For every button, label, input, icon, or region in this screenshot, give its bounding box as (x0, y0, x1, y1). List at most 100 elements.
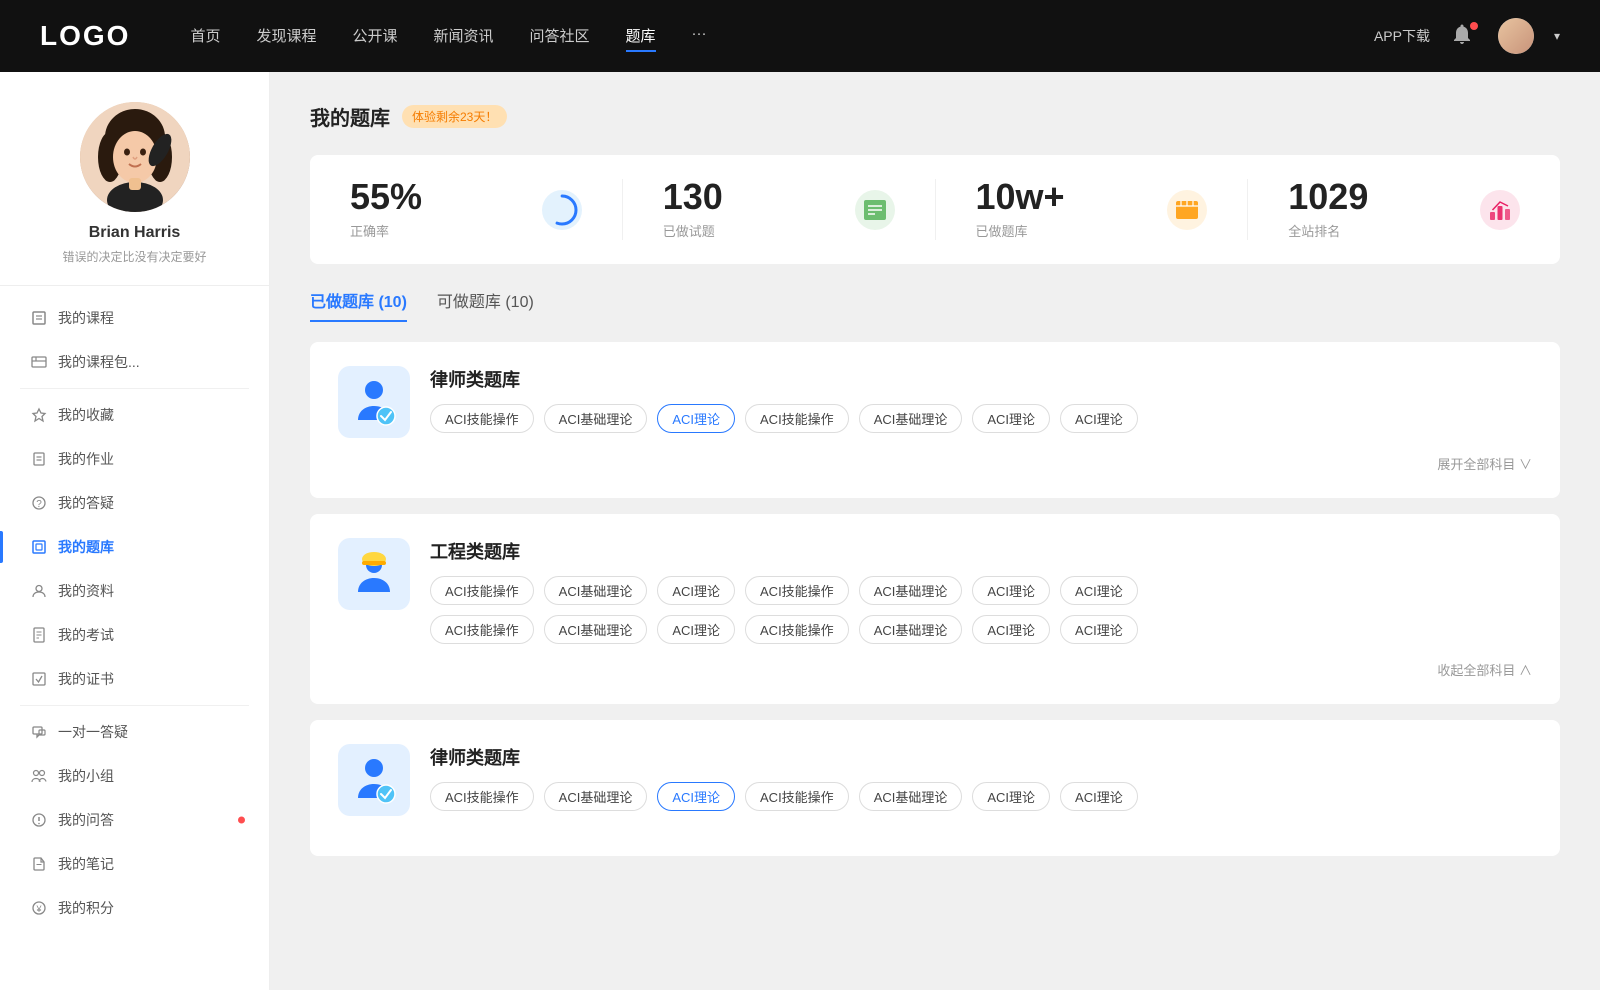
nav-right: APP下载 ▾ (1374, 18, 1560, 54)
qbank-icon-engineer (338, 538, 410, 610)
sidebar-item-my-courses[interactable]: 我的课程 (0, 296, 269, 340)
tabs-row: 已做题库 (10) 可做题库 (10) (310, 288, 1560, 322)
nav-logo[interactable]: LOGO (40, 20, 130, 52)
expand-link-lawyer1[interactable]: 展开全部科目 ∨ (1437, 457, 1532, 472)
sidebar-label: 我的证书 (58, 669, 114, 689)
app-download-button[interactable]: APP下载 (1374, 26, 1430, 46)
tag-item[interactable]: ACI理论 (972, 576, 1050, 605)
stat-questions: 130 已做试题 (623, 179, 936, 240)
nav-link-qbank[interactable]: 题库 (626, 21, 656, 52)
nav-link-qa[interactable]: 问答社区 (530, 21, 590, 52)
stat-accuracy: 55% 正确率 (310, 179, 623, 240)
qbank-icon (30, 538, 48, 556)
sidebar-label: 我的笔记 (58, 854, 114, 874)
tag-item[interactable]: ACI基础理论 (859, 782, 963, 811)
sidebar-item-my-favorites[interactable]: 我的收藏 (0, 393, 269, 437)
user-menu-chevron[interactable]: ▾ (1554, 29, 1560, 43)
main-content: 我的题库 体验剩余23天！ 55% 正确率 (270, 72, 1600, 990)
tag-item[interactable]: ACI基础理论 (859, 404, 963, 433)
tag-item-active[interactable]: ACI理论 (657, 782, 735, 811)
sidebar: Brian Harris 错误的决定比没有决定要好 我的课程 我的课程包... (0, 72, 270, 990)
sidebar-item-my-points[interactable]: ¥ 我的积分 (0, 886, 269, 930)
nav-link-more[interactable]: ··· (692, 21, 707, 52)
tab-done-banks[interactable]: 已做题库 (10) (310, 288, 407, 322)
tag-item[interactable]: ACI技能操作 (430, 576, 534, 605)
sidebar-menu: 我的课程 我的课程包... 我的收藏 (0, 286, 269, 940)
tags-row-lawyer2: ACI技能操作 ACI基础理论 ACI理论 ACI技能操作 ACI基础理论 AC… (430, 782, 1532, 811)
sidebar-item-my-qbank[interactable]: 我的题库 (0, 525, 269, 569)
tag-item[interactable]: ACI技能操作 (430, 615, 534, 644)
sidebar-label: 我的小组 (58, 766, 114, 786)
tag-item[interactable]: ACI技能操作 (745, 615, 849, 644)
tag-item[interactable]: ACI基础理论 (544, 576, 648, 605)
sidebar-item-my-notes[interactable]: 我的笔记 (0, 842, 269, 886)
tag-item-active[interactable]: ACI理论 (657, 404, 735, 433)
stat-banks-value: 10w+ (976, 179, 1168, 215)
page-header: 我的题库 体验剩余23天！ (310, 102, 1560, 131)
tag-item[interactable]: ACI技能操作 (745, 404, 849, 433)
sidebar-divider (20, 388, 249, 389)
sidebar-item-my-profile[interactable]: 我的资料 (0, 569, 269, 613)
tag-item[interactable]: ACI基础理论 (544, 782, 648, 811)
answers-notification-dot (238, 817, 245, 824)
tag-item[interactable]: ACI基础理论 (544, 404, 648, 433)
svg-text:¥: ¥ (35, 904, 42, 914)
sidebar-label: 我的作业 (58, 449, 114, 469)
qbank-name: 工程类题库 (430, 538, 1532, 564)
stat-accuracy-text: 55% 正确率 (350, 179, 542, 240)
tag-item[interactable]: ACI理论 (657, 615, 735, 644)
tag-item[interactable]: ACI技能操作 (430, 782, 534, 811)
user-avatar[interactable] (1498, 18, 1534, 54)
stat-rank-text: 1029 全站排名 (1288, 179, 1480, 240)
sidebar-item-my-homework[interactable]: 我的作业 (0, 437, 269, 481)
qbank-card-engineer1: 工程类题库 ACI技能操作 ACI基础理论 ACI理论 ACI技能操作 ACI基… (310, 514, 1560, 704)
sidebar-item-my-exams[interactable]: 我的考试 (0, 613, 269, 657)
tab-available-banks[interactable]: 可做题库 (10) (437, 288, 534, 322)
sidebar-item-my-group[interactable]: 我的小组 (0, 754, 269, 798)
qbank-header: 律师类题库 ACI技能操作 ACI基础理论 ACI理论 ACI技能操作 ACI基… (338, 366, 1532, 438)
tag-item[interactable]: ACI技能操作 (745, 576, 849, 605)
nav-link-open[interactable]: 公开课 (352, 21, 397, 52)
tag-item[interactable]: ACI基础理论 (859, 576, 963, 605)
tag-item[interactable]: ACI理论 (657, 576, 735, 605)
nav-link-news[interactable]: 新闻资讯 (434, 21, 494, 52)
qbank-header: 律师类题库 ACI技能操作 ACI基础理论 ACI理论 ACI技能操作 ACI基… (338, 744, 1532, 816)
tag-item[interactable]: ACI理论 (1060, 782, 1138, 811)
rank-icon (1480, 190, 1520, 230)
tag-item[interactable]: ACI基础理论 (859, 615, 963, 644)
tags-row-engineer1-row2: ACI技能操作 ACI基础理论 ACI理论 ACI技能操作 ACI基础理论 AC… (430, 615, 1532, 644)
sidebar-item-my-qa[interactable]: ? 我的答疑 (0, 481, 269, 525)
sidebar-item-my-certs[interactable]: 我的证书 (0, 657, 269, 701)
nav-links: 首页 发现课程 公开课 新闻资讯 问答社区 题库 ··· (190, 21, 1374, 52)
notification-dot (1470, 22, 1478, 30)
collapse-link-engineer1[interactable]: 收起全部科目 ∧ (1437, 663, 1532, 678)
trial-badge: 体验剩余23天！ (402, 105, 507, 128)
tag-item[interactable]: ACI技能操作 (430, 404, 534, 433)
nav-link-home[interactable]: 首页 (190, 21, 220, 52)
sidebar-profile: Brian Harris 错误的决定比没有决定要好 (0, 102, 269, 286)
tags-row-engineer1-row1: ACI技能操作 ACI基础理论 ACI理论 ACI技能操作 ACI基础理论 AC… (430, 576, 1532, 605)
tag-item[interactable]: ACI基础理论 (544, 615, 648, 644)
profile-name: Brian Harris (89, 224, 181, 242)
tag-item[interactable]: ACI理论 (1060, 404, 1138, 433)
nav-link-discover[interactable]: 发现课程 (256, 21, 316, 52)
sidebar-item-my-packages[interactable]: 我的课程包... (0, 340, 269, 384)
sidebar-item-my-answers[interactable]: 我的问答 (0, 798, 269, 842)
stat-accuracy-label: 正确率 (350, 221, 542, 240)
tag-item[interactable]: ACI理论 (972, 404, 1050, 433)
sidebar-item-one-on-one[interactable]: 一对一答疑 (0, 710, 269, 754)
stat-banks-label: 已做题库 (976, 221, 1168, 240)
stat-accuracy-value: 55% (350, 179, 542, 215)
tag-item[interactable]: ACI理论 (972, 782, 1050, 811)
tag-item[interactable]: ACI理论 (1060, 615, 1138, 644)
sidebar-label: 我的课程包... (58, 352, 140, 372)
tag-item[interactable]: ACI理论 (1060, 576, 1138, 605)
tag-item[interactable]: ACI理论 (972, 615, 1050, 644)
stat-questions-text: 130 已做试题 (663, 179, 855, 240)
stat-rank-label: 全站排名 (1288, 221, 1480, 240)
sidebar-label: 一对一答疑 (58, 722, 128, 742)
stat-questions-label: 已做试题 (663, 221, 855, 240)
stat-banks: 10w+ 已做题库 (936, 179, 1249, 240)
tag-item[interactable]: ACI技能操作 (745, 782, 849, 811)
notification-bell[interactable] (1450, 22, 1478, 50)
